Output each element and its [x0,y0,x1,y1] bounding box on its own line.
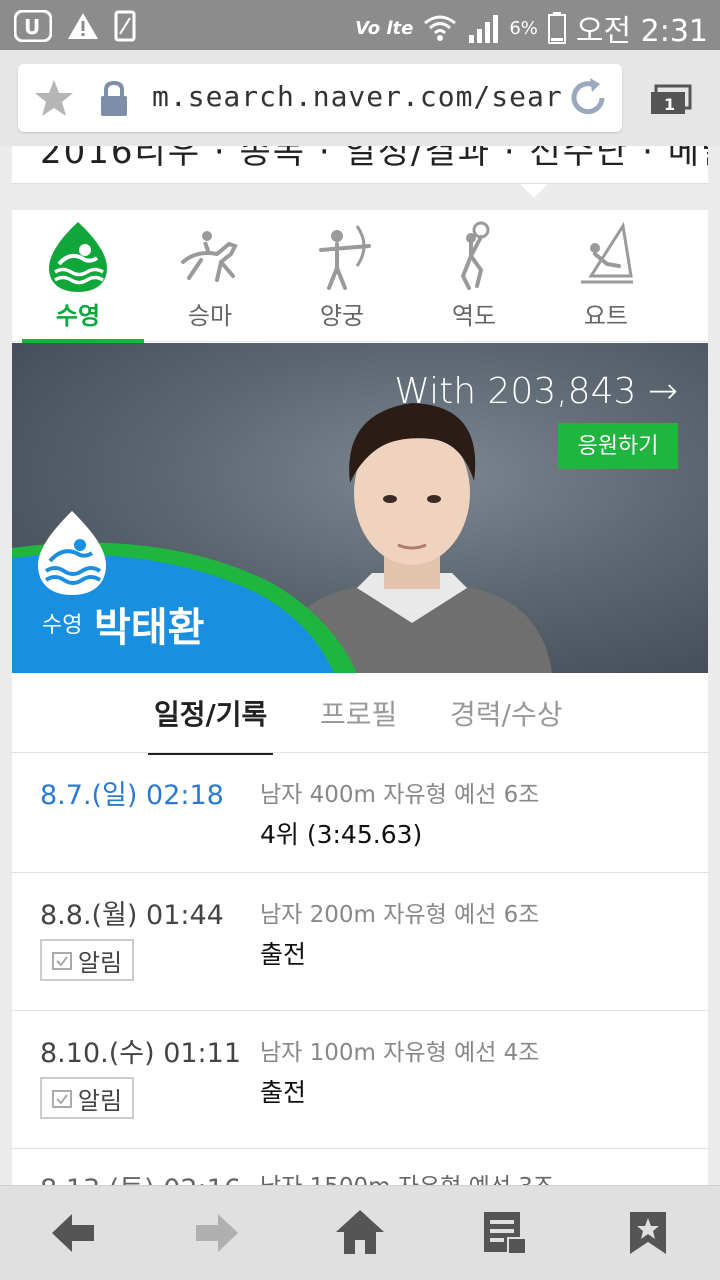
sport-label: 역도 [451,302,497,330]
swimming-badge-icon [38,511,106,595]
menu-pointer [520,184,548,198]
tab-schedule[interactable]: 일정/기록 [147,693,274,755]
calendar-check-icon [51,1090,72,1108]
event-name: 남자 100m 자유형 예선 4조 [260,1040,540,1066]
reload-icon[interactable] [566,76,610,120]
equestrian-icon [181,231,238,282]
cheer-button[interactable]: 응원하기 [558,423,678,469]
battery-icon [547,12,566,44]
tab-switcher-icon[interactable]: 1 [650,84,692,116]
clock: 오전 2:31 [575,14,708,49]
back-arrow-icon[interactable] [50,1212,96,1254]
event-result: 출전 [260,940,307,969]
url-text[interactable]: m.search.naver.com/sear [152,80,562,113]
athlete-card: 수영 승마 양궁 역도 요트 With 203,843 → 응원하기 수영 박태… [12,210,708,1185]
lock-icon [101,80,127,116]
battery-percent: 6% [509,17,538,39]
archery-icon [319,225,371,290]
athlete-category: 수영 [42,613,83,638]
sport-label: 요트 [583,302,629,330]
calendar-check-icon [51,952,72,970]
signal-icon [469,15,499,43]
sport-tab-sailing[interactable]: 요트 [540,210,672,342]
schedule-list: 8.7.(일) 02:18 남자 400m 자유형 예선 6조 4위 (3:45… [12,753,708,1185]
event-name: 남자 200m 자유형 예선 6조 [260,902,540,928]
event-result: 출전 [260,1078,307,1107]
olympics-menu-strip: 2016리우 · 종목 · 일정/결과 · 선수단 · 메달 [12,146,708,184]
browser-bottom-bar [0,1185,720,1280]
uplus-icon: U [14,10,52,42]
tab-profile[interactable]: 프로필 [320,693,397,753]
svg-text:U: U [24,15,40,39]
tab-career[interactable]: 경력/수상 [450,693,562,753]
sport-label: 양궁 [319,302,365,330]
status-bar: U Vo lte 6% 오전 2:31 [0,0,720,50]
schedule-row: 8.10.(수) 01:11 남자 100m 자유형 예선 4조 출전 알림 [12,1011,708,1149]
browser-toolbar: m.search.naver.com/sear 1 [0,50,720,146]
alarm-button[interactable]: 알림 [40,939,134,981]
sport-label: 승마 [187,302,233,330]
sport-tab-weightlifting[interactable]: 역도 [408,210,540,342]
bookmark-star-icon[interactable] [32,78,76,118]
alarm-button[interactable]: 알림 [40,1077,134,1119]
home-icon[interactable] [334,1208,386,1256]
weightlifting-icon [460,221,490,290]
event-datetime: 8.8.(월) 01:44 [40,900,224,931]
sport-tab-equestrian[interactable]: 승마 [144,210,276,342]
alarm-label: 알림 [77,1086,123,1115]
forward-arrow-icon[interactable] [194,1212,240,1254]
sport-label: 수영 [55,302,101,330]
address-bar[interactable]: m.search.naver.com/sear [18,64,622,132]
event-datetime: 8.13.(토) 02:16 [40,1167,241,1185]
volte-indicator: Vo lte [355,17,414,39]
sailing-icon [581,221,633,284]
bookmarks-icon[interactable] [628,1210,668,1256]
schedule-row: 8.13.(토) 02:16 남자 1500m 자유형 예선 3조 [12,1149,708,1185]
tab-count: 1 [664,95,675,114]
schedule-row: 8.8.(월) 01:44 남자 200m 자유형 예선 6조 출전 알림 [12,873,708,1011]
schedule-row: 8.7.(일) 02:18 남자 400m 자유형 예선 6조 4위 (3:45… [12,753,708,873]
event-result: 4위 (3:45.63) [260,820,423,849]
swimming-icon [49,222,107,292]
event-name: 남자 400m 자유형 예선 6조 [260,782,540,808]
olympics-menu-text[interactable]: 2016리우 · 종목 · 일정/결과 · 선수단 · 메달 [40,146,708,173]
sport-tab-archery[interactable]: 양궁 [276,210,408,342]
alarm-label: 알림 [77,948,123,977]
sport-tab-swimming[interactable]: 수영 [12,210,144,343]
screenshot-icon [114,10,136,42]
supporter-count[interactable]: With 203,843 → [394,371,678,412]
sport-nav: 수영 승마 양궁 역도 요트 [12,210,708,343]
athlete-name: 박태환 [94,605,205,651]
wifi-icon [424,15,457,41]
event-datetime: 8.10.(수) 01:11 [40,1038,241,1069]
warning-icon [68,13,98,39]
reading-list-icon[interactable] [482,1210,528,1256]
event-name: 남자 1500m 자유형 예선 3조 [260,1167,554,1185]
info-tabs: 일정/기록 프로필 경력/수상 [12,673,708,755]
athlete-banner: With 203,843 → 응원하기 수영 박태환 [12,343,708,673]
event-datetime: 8.7.(일) 02:18 [40,780,224,811]
